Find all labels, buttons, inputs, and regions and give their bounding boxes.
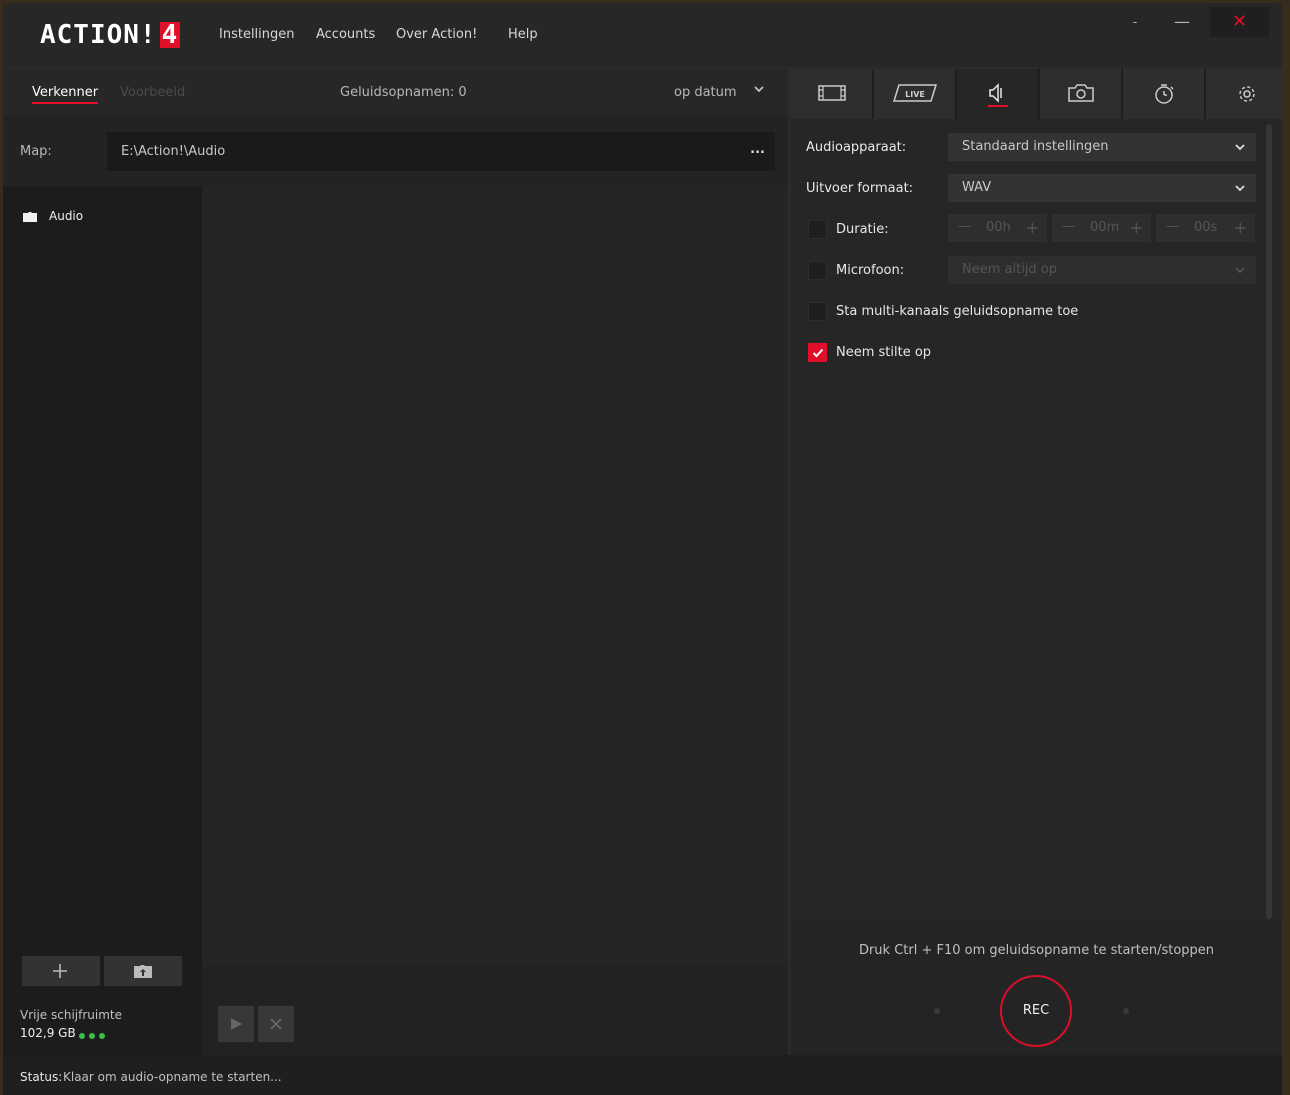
minimize-button[interactable]: — <box>1154 7 1210 37</box>
scrollbar[interactable] <box>1266 124 1272 919</box>
play-button[interactable] <box>218 1006 254 1042</box>
delete-button[interactable] <box>258 1006 294 1042</box>
decrement-button[interactable]: — <box>1062 219 1075 234</box>
duration-minutes-value: 00m <box>1090 220 1120 235</box>
duration-minutes-stepper[interactable]: — 00m + <box>1052 214 1151 242</box>
recordings-count: Geluidsopnamen: 0 <box>340 85 467 100</box>
decrement-button[interactable]: — <box>1166 219 1179 234</box>
folder-icon <box>23 209 49 223</box>
mode-tabs: LIVE <box>791 69 1282 119</box>
playback-bar <box>202 966 788 1055</box>
tab-timer[interactable] <box>1123 69 1204 119</box>
duration-seconds-value: 00s <box>1194 220 1218 235</box>
folder-path-field[interactable]: E:\Action!\Audio ... <box>107 132 775 171</box>
tab-explorer[interactable]: Verkenner <box>32 85 99 104</box>
close-button[interactable]: ✕ <box>1210 7 1269 37</box>
indicator-dot <box>1123 1008 1129 1014</box>
menu-about[interactable]: Over Action! <box>396 27 477 42</box>
add-folder-button[interactable] <box>22 956 100 986</box>
app-logo: ACTION! 4 <box>40 20 181 50</box>
tree-item-audio[interactable]: Audio <box>23 209 83 223</box>
browse-folder-button[interactable]: ... <box>750 142 765 157</box>
multichannel-label: Sta multi-kanaals geluidsopname toe <box>836 304 1079 319</box>
menu-accounts[interactable]: Accounts <box>316 27 375 42</box>
folder-path: E:\Action!\Audio <box>121 144 226 159</box>
tab-audio[interactable] <box>957 69 1038 119</box>
tree-item-label: Audio <box>49 209 84 223</box>
increment-button[interactable]: + <box>1026 218 1039 237</box>
indicator-dot <box>934 1008 940 1014</box>
output-format-value: WAV <box>962 180 992 195</box>
increment-button[interactable]: + <box>1130 218 1143 237</box>
hotkey-hint: Druk Ctrl + F10 om geluidsopname te star… <box>858 943 1215 958</box>
decrement-button[interactable]: — <box>958 219 971 234</box>
chevron-down-icon[interactable] <box>753 83 765 99</box>
duration-hours-stepper[interactable]: — 00h + <box>948 214 1047 242</box>
file-list <box>202 186 788 966</box>
tab-live[interactable]: LIVE <box>874 69 955 119</box>
duration-hours-value: 00h <box>986 220 1011 235</box>
tab-preview[interactable]: Voorbeeld <box>120 85 185 100</box>
microphone-select[interactable]: Neem altijd op <box>948 256 1256 284</box>
folder-row: Map: E:\Action!\Audio ... <box>3 116 788 186</box>
record-panel: Druk Ctrl + F10 om geluidsopname te star… <box>791 921 1282 1055</box>
sort-dropdown[interactable]: op datum <box>674 85 737 100</box>
audio-device-value: Standaard instellingen <box>962 139 1109 154</box>
menu-settings[interactable]: Instellingen <box>219 27 295 42</box>
duration-label: Duratie: <box>836 222 889 237</box>
open-folder-button[interactable] <box>104 956 182 986</box>
output-format-select[interactable]: WAV <box>948 174 1256 202</box>
tab-settings[interactable] <box>1206 69 1282 119</box>
microphone-checkbox[interactable] <box>808 261 827 280</box>
recording-settings-pane: LIVE Audioapparaat: Standaard instelling… <box>791 69 1282 1055</box>
explorer-tab-bar: Verkenner Voorbeeld Geluidsopnamen: 0 op… <box>3 69 788 116</box>
folder-tree: Audio Vrije schijfruimte 102,9 GB <box>3 186 202 1055</box>
tab-video[interactable] <box>791 69 872 119</box>
menu-help[interactable]: Help <box>508 27 538 42</box>
explorer-pane: Verkenner Voorbeeld Geluidsopnamen: 0 op… <box>3 69 788 1055</box>
microphone-value: Neem altijd op <box>962 262 1058 277</box>
output-format-label: Uitvoer formaat: <box>806 181 914 196</box>
active-tab-indicator <box>988 105 1008 107</box>
title-bar: ACTION! 4 Instellingen Accounts Over Acti… <box>3 3 1282 67</box>
duration-checkbox[interactable] <box>808 220 827 239</box>
microphone-label: Microfoon: <box>836 263 905 278</box>
status-bar: Status: Klaar om audio-opname te starten… <box>3 1055 1282 1095</box>
audio-device-label: Audioapparaat: <box>806 140 907 155</box>
duration-seconds-stepper[interactable]: — 00s + <box>1156 214 1255 242</box>
increment-button[interactable]: + <box>1234 218 1247 237</box>
audio-device-select[interactable]: Standaard instellingen <box>948 133 1256 161</box>
free-space-value: 102,9 GB <box>20 1026 76 1040</box>
app-window: ACTION! 4 Instellingen Accounts Over Acti… <box>3 3 1282 1095</box>
folder-label: Map: <box>20 144 52 159</box>
tab-screenshot[interactable] <box>1040 69 1121 119</box>
record-silence-label: Neem stilte op <box>836 345 932 360</box>
record-button[interactable]: REC <box>1000 975 1072 1047</box>
record-silence-checkbox[interactable] <box>808 343 827 362</box>
multichannel-checkbox[interactable] <box>808 302 827 321</box>
status-label: Status: <box>20 1070 63 1084</box>
disk-status-indicator <box>79 1028 109 1043</box>
status-text: Klaar om audio-opname te starten... <box>63 1070 282 1084</box>
svg-text:LIVE: LIVE <box>905 90 925 99</box>
free-space-label: Vrije schijfruimte <box>20 1008 123 1022</box>
